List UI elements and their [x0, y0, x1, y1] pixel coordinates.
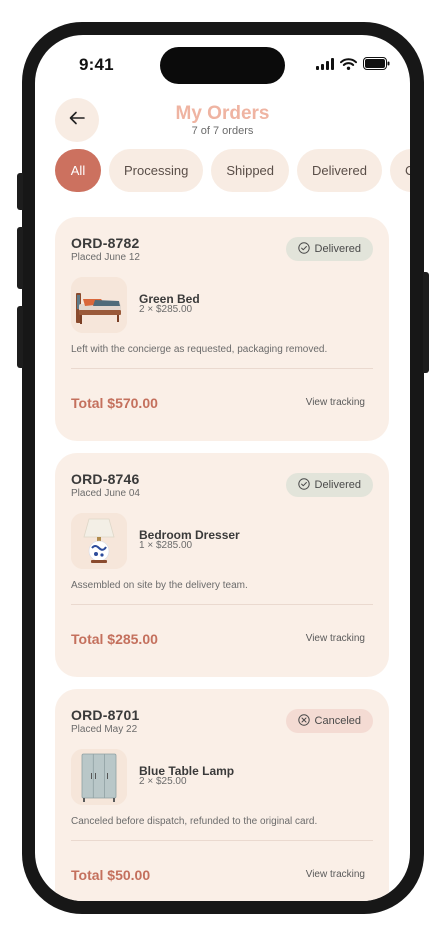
action-button: [17, 173, 23, 210]
status-label: Delivered: [314, 243, 361, 255]
divider: [71, 368, 373, 369]
tab-canceled[interactable]: Canceled: [389, 149, 410, 192]
power-button: [423, 272, 429, 373]
item-quantity: 1 × $285.00: [139, 540, 193, 551]
item-quantity: 2 × $285.00: [139, 304, 193, 315]
dynamic-island: [160, 47, 285, 84]
volume-up-button: [17, 227, 23, 289]
order-total: Total $285.00: [71, 631, 158, 647]
tab-all[interactable]: All: [55, 149, 101, 192]
check-circle-icon: [297, 477, 310, 493]
status-label: Canceled: [314, 715, 361, 727]
order-card[interactable]: ORD-8701 Placed May 22 Canceled Blue Tab…: [55, 689, 389, 901]
divider: [71, 604, 373, 605]
view-tracking-link[interactable]: View tracking: [306, 869, 365, 880]
page-title: My Orders: [175, 103, 270, 124]
signal-icon: [316, 57, 334, 75]
status-badge: Delivered: [285, 473, 373, 497]
order-note: Assembled on site by the delivery team.: [71, 580, 248, 591]
order-date: Placed June 04: [71, 488, 140, 499]
order-total: Total $570.00: [71, 395, 158, 411]
order-total: Total $50.00: [71, 867, 151, 883]
lamp-image: [71, 513, 127, 569]
status-label: Delivered: [314, 479, 361, 491]
order-card[interactable]: ORD-8782 Placed June 12 Delivered Green …: [55, 217, 389, 441]
wardrobe-image: [71, 749, 127, 805]
view-tracking-link[interactable]: View tracking: [306, 397, 365, 408]
bed-image: [71, 277, 127, 333]
status-badge: Delivered: [285, 237, 373, 261]
item-quantity: 2 × $25.00: [139, 776, 187, 787]
tab-processing[interactable]: Processing: [109, 149, 204, 192]
view-tracking-link[interactable]: View tracking: [306, 633, 365, 644]
status-icons: [316, 57, 390, 75]
status-badge: Canceled: [285, 709, 373, 733]
order-id: ORD-8746: [71, 471, 140, 487]
order-date: Placed May 22: [71, 724, 138, 735]
order-count: 7 of 7 orders: [191, 125, 254, 137]
order-note: Left with the concierge as requested, pa…: [71, 344, 328, 355]
order-id: ORD-8701: [71, 707, 140, 723]
volume-down-button: [17, 306, 23, 368]
app-screen: 9:41 My Orders 7 of 7 orders All Process…: [35, 35, 410, 901]
x-circle-icon: [297, 713, 310, 729]
tab-delivered[interactable]: Delivered: [297, 149, 382, 192]
order-id: ORD-8782: [71, 235, 140, 251]
status-time: 9:41: [79, 55, 114, 74]
order-note: Canceled before dispatch, refunded to th…: [71, 816, 318, 827]
order-date: Placed June 12: [71, 252, 140, 263]
tab-shipped[interactable]: Shipped: [211, 149, 290, 192]
wifi-icon: [340, 57, 357, 75]
battery-icon: [363, 57, 390, 75]
divider: [71, 840, 373, 841]
order-card[interactable]: ORD-8746 Placed June 04 Delivered Bedroo…: [55, 453, 389, 677]
filter-tabs: All Processing Shipped Delivered Cancele…: [55, 149, 410, 192]
check-circle-icon: [297, 241, 310, 257]
